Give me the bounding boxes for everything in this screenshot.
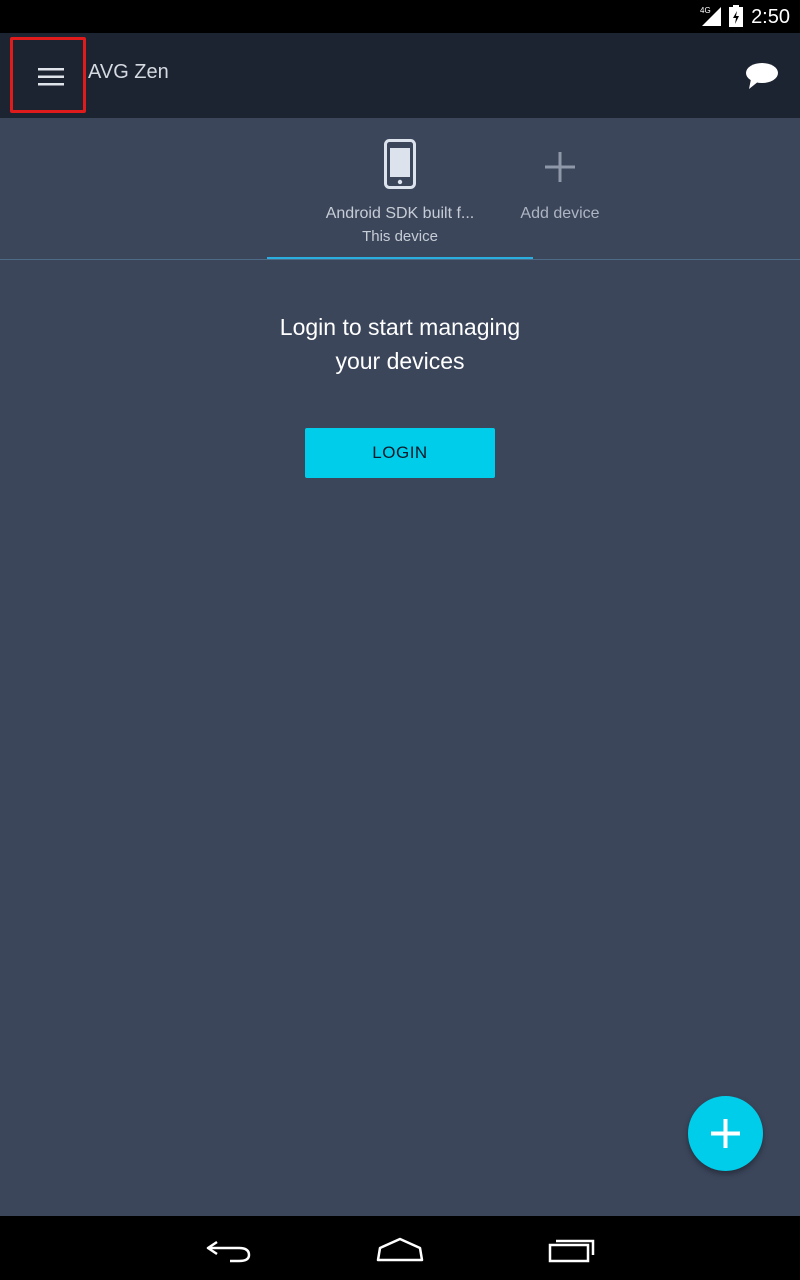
tab-add-device[interactable]: Add device	[470, 118, 650, 259]
cellular-signal-icon: 4G	[700, 6, 721, 26]
login-prompt-line-1: Login to start managing	[279, 314, 521, 340]
plus-icon	[545, 152, 575, 182]
battery-icon	[729, 5, 743, 27]
home-icon[interactable]	[374, 1236, 426, 1264]
login-button[interactable]: LOGIN	[305, 428, 495, 478]
login-prompt-line-2: your devices	[335, 348, 465, 374]
recent-apps-icon[interactable]	[547, 1236, 595, 1264]
plus-icon	[711, 1119, 740, 1148]
network-type-label: 4G	[700, 6, 711, 15]
phone-icon	[384, 139, 416, 189]
app-bar: AVG Zen	[0, 33, 800, 118]
app-title: AVG Zen	[88, 61, 169, 83]
add-fab-button[interactable]	[688, 1096, 763, 1171]
back-icon[interactable]	[205, 1236, 255, 1264]
chat-bubble-icon[interactable]	[745, 62, 779, 90]
login-prompt-message: Login to start managing your devices	[200, 310, 600, 378]
hamburger-menu-icon	[38, 68, 64, 86]
strip-divider	[0, 259, 800, 260]
device-tabs: Android SDK built f... This device Add d…	[0, 118, 800, 260]
system-nav-bar	[0, 1216, 800, 1280]
status-bar: 4G 2:50	[0, 0, 800, 33]
menu-button[interactable]	[10, 37, 86, 113]
status-time: 2:50	[751, 6, 790, 28]
add-device-label: Add device	[520, 205, 600, 222]
